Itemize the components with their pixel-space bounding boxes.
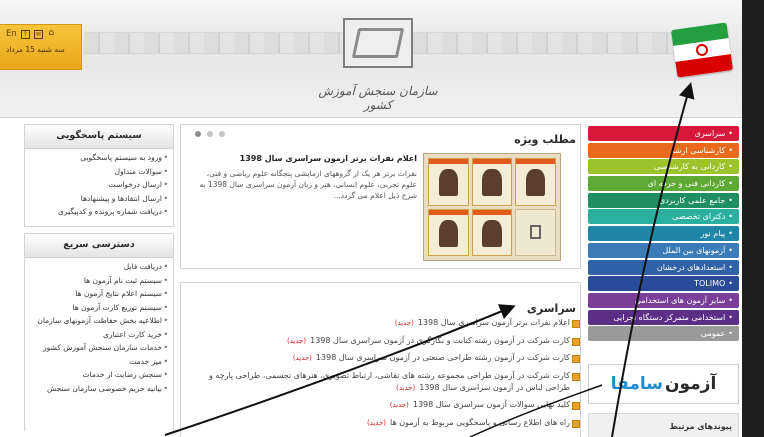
header-ornament-left [84, 32, 346, 54]
slider-dot[interactable] [219, 131, 225, 137]
organization-logo[interactable] [343, 18, 413, 68]
menu-item[interactable]: سایر آزمون های استخدامی [588, 292, 739, 308]
quick-access-box: دسترسی سریع دریافت فایل سیستم ثبت نام آزم… [24, 233, 174, 431]
window-edge [742, 0, 764, 437]
new-badge: (جدید) [287, 336, 307, 345]
samfa-banner-word1: آزمون [664, 374, 717, 394]
menu-item[interactable]: آزمونهای بین الملل [588, 242, 739, 258]
menu-item[interactable]: جامع علمی کاربردی [588, 192, 739, 208]
seal-card [515, 208, 556, 256]
sidebar-link[interactable]: ارسال درخواست [29, 180, 168, 190]
menu-item[interactable]: کاردانی به کارشناسی [588, 159, 739, 175]
menu-item[interactable]: استخدامی متمرکز دستگاه اجرایی [588, 309, 739, 325]
menu-item[interactable]: کاردانی فنی و حرفه ای [588, 176, 739, 192]
sidebar-link[interactable]: سوالات متداول [29, 167, 168, 177]
student-card [428, 158, 469, 206]
new-badge: (جدید) [389, 401, 409, 409]
left-sidebar: سیستم پاسخگویی ورود به سیستم پاسخگویی سوا… [24, 124, 174, 437]
top-students-photo[interactable] [423, 153, 561, 261]
support-system-box: سیستم پاسخگویی ورود به سیستم پاسخگویی سوا… [24, 124, 174, 227]
sidebar-link[interactable]: اطلاعیه بخش حفاظت آزمونهای سازمان [29, 316, 168, 326]
home-icon[interactable]: ⌂ [47, 28, 56, 39]
samfa-banner-word2: سامفا [610, 374, 663, 394]
quick-access-title: دسترسی سریع [25, 234, 173, 258]
mail-icon[interactable]: ✉ [33, 29, 43, 39]
related-links-header: پیوندهای مرتبط [588, 413, 739, 437]
sidebar-link[interactable]: سیستم توزیع کارت آزمون ها [29, 303, 168, 313]
student-card [471, 208, 513, 256]
sidebar-link[interactable]: سیستم ثبت نام آزمون ها [29, 276, 168, 286]
current-date: سه شنبه 15 مرداد [6, 45, 65, 54]
sidebar-link[interactable]: دریافت شماره پرونده و کدپیگیری [29, 207, 168, 217]
exam-category-menu: سراسریکارشناسی ارشدکاردانی به کارشناسیکا… [588, 126, 739, 343]
news-item-title[interactable]: کارت شرکت در آزمون طراحی مجموعه رشته های… [209, 371, 570, 392]
news-item[interactable]: کارت شرکت در آزمون رشته کتابت و نگارگری … [187, 335, 580, 347]
new-badge: (جدید) [366, 418, 387, 427]
featured-summary: نفرات برتر هر یک از گروههای ازمایشی پنجگ… [199, 169, 417, 200]
sidebar-link[interactable]: خرید کارت اعتباری [29, 330, 168, 340]
featured-title-link[interactable]: اعلام نفرات برتر ازمون سراسری سال 1398 [195, 154, 417, 163]
slider-dot[interactable] [195, 131, 201, 137]
support-system-links: ورود به سیستم پاسخگویی سوالات متداول ارسال… [25, 149, 173, 227]
news-item[interactable]: کارت شرکت در آزمون طراحی مجموعه رشته های… [187, 370, 580, 394]
news-item-title[interactable]: کارت شرکت در آزمون رشته کتابت و نگارگری … [310, 336, 570, 345]
news-item[interactable]: راه های اطلاع رسانی و پاسخگویی مربوط به … [187, 417, 580, 429]
sidebar-link[interactable]: میز خدمت [29, 357, 168, 367]
iran-flag-icon [670, 22, 734, 78]
menu-item[interactable]: پیام نور [588, 226, 739, 242]
featured-header: مطلب ویژه [514, 133, 576, 146]
student-card [515, 158, 556, 206]
new-badge: (جدید) [396, 383, 416, 392]
sidebar-link[interactable]: سیستم اعلام نتایج آزمون ها [29, 289, 168, 299]
news-item-title[interactable]: کلید نهایی سوالات آزمون سراسری سال 1398 [413, 400, 570, 409]
menu-item[interactable]: TOLIMO [588, 276, 739, 292]
national-news-list: اعلام نفرات برتر آزمون سراسری سال 1398 (ج… [187, 317, 580, 434]
news-item[interactable]: اعلام نفرات برتر آزمون سراسری سال 1398 (ج… [187, 317, 580, 329]
slider-dots [195, 131, 225, 137]
menu-item[interactable]: سراسری [588, 126, 739, 141]
sidebar-link[interactable]: ورود به سیستم پاسخگویی [29, 153, 168, 163]
news-item[interactable]: کلید نهایی سوالات آزمون سراسری سال 1398 (… [187, 399, 580, 411]
header-ornament-right [412, 32, 674, 54]
student-card [428, 208, 469, 256]
featured-article-panel: مطلب ویژه اعلام نفرات برتر ازمون سراسری … [180, 124, 581, 269]
sidebar-link[interactable]: ارسال انتقادها و پیشنهادها [29, 194, 168, 204]
support-system-title: سیستم پاسخگویی [25, 125, 173, 149]
new-badge: (جدید) [394, 319, 414, 327]
header-widget: En ? ✉ ⌂ سه شنبه 15 مرداد [0, 24, 82, 70]
sidebar-link[interactable]: خدمات سازمان سنجش آموزش کشور [29, 343, 168, 353]
news-item-title[interactable]: اعلام نفرات برتر آزمون سراسری سال 1398 [418, 318, 570, 327]
sidebar-link[interactable]: سنجش رضایت از خدمات [29, 370, 168, 380]
menu-item[interactable]: کارشناسی ارشد [588, 142, 739, 158]
new-badge: (جدید) [292, 354, 312, 362]
news-item-title[interactable]: کارت شرکت در آزمون رشته طراحی صنعتی در آ… [316, 353, 570, 362]
help-icon[interactable]: ? [20, 29, 30, 39]
menu-item[interactable]: دکترای تخصصی [588, 209, 739, 225]
national-exam-news-panel: سراسری اعلام نفرات برتر آزمون سراسری سال… [180, 282, 581, 437]
site-header: En ? ✉ ⌂ سه شنبه 15 مرداد سازمان سنجش آم… [0, 0, 742, 118]
news-item-title[interactable]: راه های اطلاع رسانی و پاسخگویی مربوط به … [390, 418, 570, 427]
samfa-exam-banner[interactable]: آزمون سامفا [588, 364, 739, 404]
organization-name: سازمان سنجش آموزش کشور [318, 84, 438, 112]
menu-item[interactable]: استعدادهای درخشان [588, 259, 739, 275]
sidebar-link[interactable]: دریافت فایل [29, 262, 168, 272]
language-switch-link[interactable]: En [6, 29, 17, 39]
student-card [471, 158, 513, 206]
news-item[interactable]: کارت شرکت در آزمون رشته طراحی صنعتی در آ… [187, 352, 580, 364]
national-news-header: سراسری [526, 302, 576, 315]
slider-dot[interactable] [207, 131, 213, 137]
sidebar-link[interactable]: بیانیه حریم خصوصی سازمان سنجش [29, 384, 168, 394]
quick-access-links: دریافت فایل سیستم ثبت نام آزمون ها سیستم ا… [25, 258, 173, 403]
menu-item[interactable]: عمومی [588, 326, 739, 342]
